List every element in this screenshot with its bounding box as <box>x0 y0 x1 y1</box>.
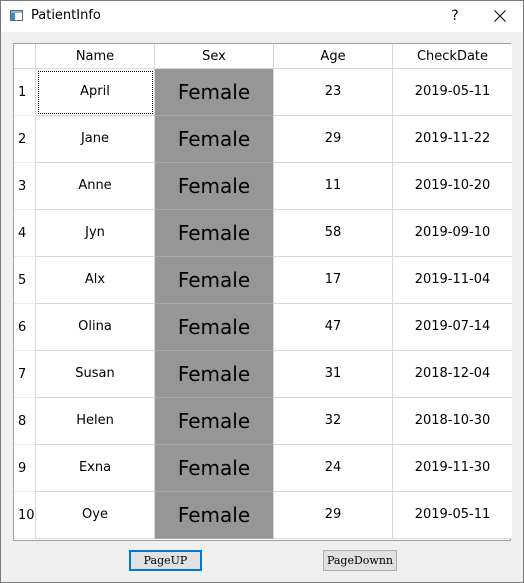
sex-cell[interactable]: Female <box>155 492 274 539</box>
age-cell[interactable]: 17 <box>274 257 393 304</box>
column-headers: Name Sex Age CheckDate <box>36 44 512 69</box>
table-row: Alx Female 17 2019-11-04 <box>36 257 512 304</box>
close-icon <box>494 10 506 22</box>
age-cell[interactable]: 11 <box>274 163 393 210</box>
row-header[interactable]: 9 <box>14 445 36 492</box>
close-button[interactable] <box>477 1 523 32</box>
age-cell[interactable]: 29 <box>274 492 393 539</box>
age-cell[interactable]: 24 <box>274 445 393 492</box>
table-row: Helen Female 32 2018-10-30 <box>36 398 512 445</box>
age-cell[interactable]: 32 <box>274 398 393 445</box>
sex-cell[interactable]: Female <box>155 304 274 351</box>
column-header-name[interactable]: Name <box>36 44 155 69</box>
table-corner-button[interactable] <box>14 44 36 69</box>
name-cell[interactable]: Oye <box>36 492 155 539</box>
sex-cell[interactable]: Female <box>155 257 274 304</box>
row-header[interactable]: 3 <box>14 163 36 210</box>
checkdate-cell[interactable]: 2018-12-04 <box>393 351 512 398</box>
age-cell[interactable]: 47 <box>274 304 393 351</box>
patient-table[interactable]: Name Sex Age CheckDate 1 2 3 4 5 6 7 8 9… <box>13 43 512 541</box>
name-cell[interactable]: Jane <box>36 116 155 163</box>
name-cell[interactable]: Alx <box>36 257 155 304</box>
row-header[interactable]: 7 <box>14 351 36 398</box>
row-header[interactable]: 10 <box>14 492 36 539</box>
row-header[interactable]: 4 <box>14 210 36 257</box>
checkdate-cell[interactable]: 2019-11-04 <box>393 257 512 304</box>
checkdate-cell[interactable]: 2018-10-30 <box>393 398 512 445</box>
table-row: Olina Female 47 2019-07-14 <box>36 304 512 351</box>
sex-cell[interactable]: Female <box>155 351 274 398</box>
name-cell[interactable]: April <box>36 69 155 116</box>
page-up-button[interactable]: PageUP <box>129 550 202 571</box>
window-title: PatientInfo <box>31 8 101 23</box>
page-down-button[interactable]: PageDownn <box>323 550 397 571</box>
sex-cell[interactable]: Female <box>155 445 274 492</box>
age-cell[interactable]: 29 <box>274 116 393 163</box>
column-header-checkdate[interactable]: CheckDate <box>393 44 512 69</box>
age-cell[interactable]: 31 <box>274 351 393 398</box>
row-header[interactable]: 5 <box>14 257 36 304</box>
table-row: Oye Female 29 2019-05-11 <box>36 492 512 539</box>
help-button[interactable]: ? <box>437 1 473 32</box>
row-header[interactable]: 8 <box>14 398 36 445</box>
sex-cell[interactable]: Female <box>155 69 274 116</box>
checkdate-cell[interactable]: 2019-11-30 <box>393 445 512 492</box>
column-header-age[interactable]: Age <box>274 44 393 69</box>
sex-cell[interactable]: Female <box>155 210 274 257</box>
name-cell[interactable]: Exna <box>36 445 155 492</box>
sex-cell[interactable]: Female <box>155 398 274 445</box>
table-row: April Female 23 2019-05-11 <box>36 69 512 116</box>
app-window-icon <box>10 10 23 21</box>
name-cell[interactable]: Anne <box>36 163 155 210</box>
sex-cell[interactable]: Female <box>155 163 274 210</box>
age-cell[interactable]: 58 <box>274 210 393 257</box>
row-header[interactable]: 2 <box>14 116 36 163</box>
sex-cell[interactable]: Female <box>155 116 274 163</box>
name-cell[interactable]: Jyn <box>36 210 155 257</box>
name-cell[interactable]: Olina <box>36 304 155 351</box>
row-headers: 1 2 3 4 5 6 7 8 9 10 <box>14 69 36 539</box>
table-row: Jyn Female 58 2019-09-10 <box>36 210 512 257</box>
table-row: Susan Female 31 2018-12-04 <box>36 351 512 398</box>
table-body: April Female 23 2019-05-11 Jane Female 2… <box>36 69 512 539</box>
table-row: Jane Female 29 2019-11-22 <box>36 116 512 163</box>
column-header-sex[interactable]: Sex <box>155 44 274 69</box>
checkdate-cell[interactable]: 2019-09-10 <box>393 210 512 257</box>
age-cell[interactable]: 23 <box>274 69 393 116</box>
checkdate-cell[interactable]: 2019-05-11 <box>393 492 512 539</box>
table-row: Anne Female 11 2019-10-20 <box>36 163 512 210</box>
checkdate-cell[interactable]: 2019-11-22 <box>393 116 512 163</box>
checkdate-cell[interactable]: 2019-07-14 <box>393 304 512 351</box>
checkdate-cell[interactable]: 2019-10-20 <box>393 163 512 210</box>
name-cell[interactable]: Susan <box>36 351 155 398</box>
name-cell[interactable]: Helen <box>36 398 155 445</box>
table-row: Exna Female 24 2019-11-30 <box>36 445 512 492</box>
checkdate-cell[interactable]: 2019-05-11 <box>393 69 512 116</box>
row-header[interactable]: 1 <box>14 69 36 116</box>
patient-info-window: PatientInfo ? Name Sex Age CheckDate 1 2… <box>0 0 524 583</box>
row-header[interactable]: 6 <box>14 304 36 351</box>
title-bar[interactable]: PatientInfo ? <box>1 1 523 32</box>
